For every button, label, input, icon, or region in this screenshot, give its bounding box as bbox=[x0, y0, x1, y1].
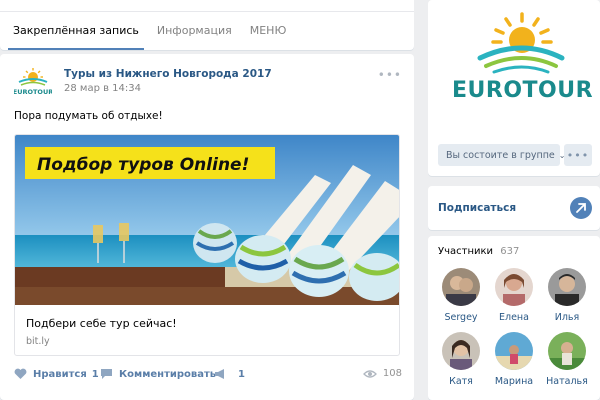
member-item[interactable]: Катя bbox=[439, 332, 483, 387]
snippet-domain: bit.ly bbox=[26, 336, 50, 347]
like-count: 1 bbox=[91, 368, 99, 380]
header-strip bbox=[0, 0, 414, 12]
comment-button[interactable]: Комментировать bbox=[100, 368, 216, 380]
tab-pinned-post[interactable]: Закреплённая запись bbox=[4, 16, 148, 50]
like-label: Нравится bbox=[33, 368, 87, 380]
membership-dropdown-button[interactable]: Вы состоите в группе ⌄ bbox=[438, 144, 565, 166]
member-item[interactable]: Елена bbox=[492, 268, 536, 323]
member-name[interactable]: Катя bbox=[439, 376, 483, 387]
views-count: 108 bbox=[382, 368, 402, 379]
member-name[interactable]: Марина bbox=[492, 376, 536, 387]
group-avatar-logo[interactable]: EUROTOUR bbox=[14, 66, 52, 96]
avatar[interactable] bbox=[495, 268, 533, 306]
post-date[interactable]: 28 мар в 14:34 bbox=[64, 83, 141, 94]
heart-icon bbox=[14, 368, 27, 379]
member-name[interactable]: Илья bbox=[545, 312, 589, 323]
members-card: Участники 637 Sergey Елена Илья Катя Мар… bbox=[428, 236, 600, 400]
avatar[interactable] bbox=[548, 268, 586, 306]
member-name[interactable]: Елена bbox=[492, 312, 536, 323]
like-button[interactable]: Нравится 1 bbox=[14, 368, 99, 380]
member-item[interactable]: Наталья bbox=[545, 332, 589, 387]
members-title: Участники bbox=[438, 246, 494, 257]
group-more-button[interactable]: ••• bbox=[564, 144, 592, 166]
member-name[interactable]: Sergey bbox=[439, 312, 483, 323]
avatar-logo-word: EUROTOUR bbox=[14, 88, 52, 96]
arrow-icon[interactable] bbox=[570, 197, 592, 219]
snippet-banner-text: Подбор туров Online! bbox=[37, 155, 249, 175]
brand-name: EUROTOUR bbox=[452, 78, 594, 103]
membership-label: Вы состоите в группе bbox=[446, 149, 555, 161]
views-counter: 108 bbox=[362, 368, 402, 379]
avatar[interactable] bbox=[548, 332, 586, 370]
wall-tabs: Закреплённая запись Информация МЕНЮ bbox=[4, 16, 295, 50]
subscribe-card[interactable]: Подписаться bbox=[428, 186, 600, 230]
share-button[interactable]: 1 bbox=[214, 368, 245, 380]
group-cover-card: EUROTOUR Вы состоите в группе ⌄ ••• bbox=[428, 0, 600, 176]
avatar[interactable] bbox=[442, 332, 480, 370]
snippet-title[interactable]: Подбери себе тур сейчас! bbox=[26, 317, 177, 330]
comment-icon bbox=[101, 369, 112, 379]
subscribe-link[interactable]: Подписаться bbox=[438, 202, 516, 214]
megaphone-icon bbox=[215, 369, 224, 379]
member-item[interactable]: Sergey bbox=[439, 268, 483, 323]
wall-tabs-card: Закреплённая запись Информация МЕНЮ bbox=[0, 0, 414, 50]
members-header[interactable]: Участники 637 bbox=[438, 246, 519, 257]
post-text: Пора подумать об отдыхе! bbox=[14, 110, 163, 122]
avatar[interactable] bbox=[442, 268, 480, 306]
link-snippet[interactable]: Подбор туров Online! Подбери себе тур се… bbox=[14, 134, 400, 356]
members-count: 637 bbox=[500, 246, 520, 257]
pinned-post: EUROTOUR Туры из Нижнего Новгорода 2017 … bbox=[0, 54, 414, 400]
member-name[interactable]: Наталья bbox=[545, 376, 589, 387]
member-item[interactable]: Илья bbox=[545, 268, 589, 323]
eye-icon bbox=[362, 369, 377, 378]
share-count: 1 bbox=[238, 368, 245, 380]
post-author-link[interactable]: Туры из Нижнего Новгорода 2017 bbox=[64, 68, 272, 80]
tab-information[interactable]: Информация bbox=[148, 16, 241, 50]
post-actions: Нравится 1 Комментировать 1 108 bbox=[14, 366, 404, 386]
post-more-icon[interactable]: ••• bbox=[378, 68, 402, 82]
snippet-image[interactable]: Подбор туров Online! bbox=[15, 135, 400, 305]
avatar[interactable] bbox=[495, 332, 533, 370]
member-item[interactable]: Марина bbox=[492, 332, 536, 387]
post-header: EUROTOUR Туры из Нижнего Новгорода 2017 … bbox=[14, 64, 404, 100]
tab-menu[interactable]: МЕНЮ bbox=[241, 16, 296, 50]
comment-label: Комментировать bbox=[119, 368, 217, 380]
